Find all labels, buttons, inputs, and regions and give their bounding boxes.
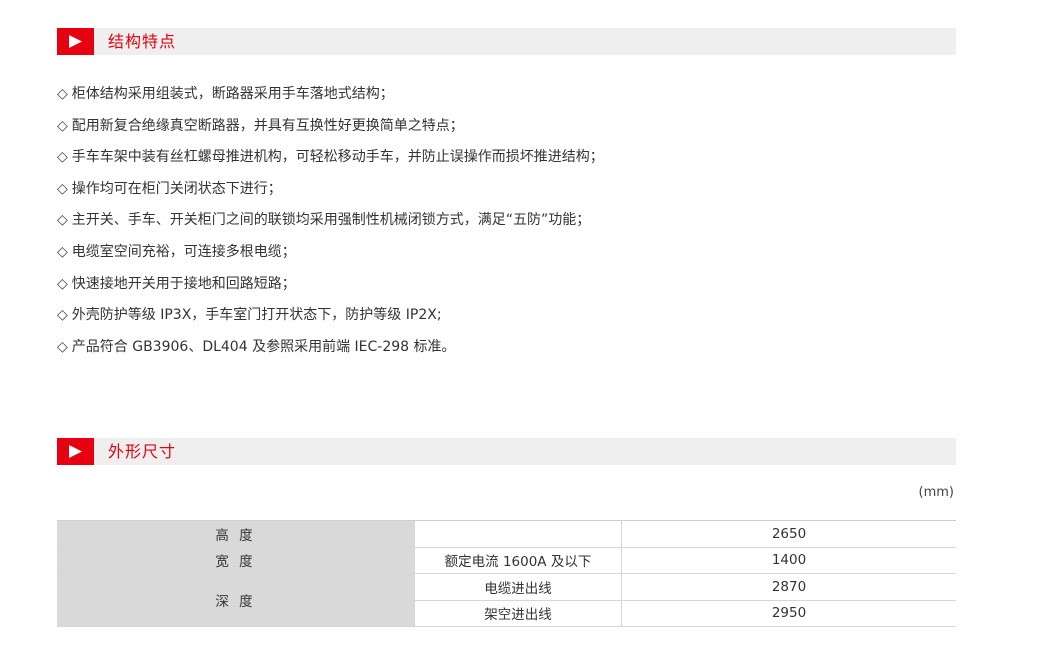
row-condition: 电缆进出线 — [414, 573, 622, 601]
diamond-marker-icon: ◇ — [57, 149, 68, 166]
row-condition: 架空进出线 — [414, 600, 622, 627]
list-item: ◇ 手车车架中装有丝杠螺母推进机构，可轻松移动手车，并防止误操作而损坏推进结构； — [57, 145, 604, 177]
diamond-marker-icon: ◇ — [57, 212, 68, 229]
table-row: 深 度 电缆进出线 2870 — [57, 573, 956, 627]
diamond-marker-icon: ◇ — [57, 117, 68, 134]
diamond-marker-icon: ◇ — [57, 86, 68, 102]
features-list: ◇ 柜体结构采用组装式，断路器采用手车落地式结构； ◇ 配用新复合绝缘真空断路器，并… — [57, 82, 604, 366]
diamond-marker-icon: ◇ — [57, 275, 68, 292]
table-row: 高 度 2650 — [57, 520, 956, 548]
diamond-marker-icon: ◇ — [57, 338, 68, 355]
feature-text: 配用新复合绝缘真空断路器，并具有互换性好更换简单之特点； — [71, 117, 464, 134]
list-item: ◇ 外壳防护等级 IP3X，手车室门打开状态下，防护等级 IP2X; — [57, 303, 604, 335]
feature-text: 主开关、手车、开关柜门之间的联锁均采用强制性机械闭锁方式，满足“五防”功能； — [71, 212, 591, 229]
row-label: 宽 度 — [57, 547, 415, 574]
list-item: ◇ 快速接地开关用于接地和回路短路； — [57, 272, 604, 304]
feature-text: 快速接地开关用于接地和回路短路； — [71, 275, 296, 292]
diamond-marker-icon: ◇ — [57, 243, 68, 260]
features-section-header: 结构特点 — [57, 28, 956, 55]
feature-text: 操作均可在柜门关闭状态下进行； — [71, 180, 282, 197]
row-value: 2650 — [621, 520, 956, 548]
list-item: ◇ 主开关、手车、开关柜门之间的联锁均采用强制性机械闭锁方式，满足“五防”功能； — [57, 208, 604, 240]
list-item: ◇ 操作均可在柜门关闭状态下进行； — [57, 177, 604, 209]
row-condition: 额定电流 1600A 及以下 — [414, 547, 622, 574]
unit-label: (mm) — [918, 485, 954, 500]
play-arrow-icon — [69, 445, 82, 458]
row-label: 高 度 — [57, 520, 415, 548]
dimensions-section-header: 外形尺寸 — [57, 438, 956, 465]
diamond-marker-icon: ◇ — [57, 180, 68, 197]
row-condition — [414, 520, 622, 548]
feature-text: 电缆室空间充裕，可连接多根电缆； — [71, 243, 296, 260]
feature-text: 柜体结构采用组装式，断路器采用手车落地式结构； — [71, 86, 394, 102]
list-item: ◇ 柜体结构采用组装式，断路器采用手车落地式结构； — [57, 82, 604, 114]
dimensions-title: 外形尺寸 — [108, 442, 177, 461]
row-value: 1400 — [621, 547, 956, 574]
section-marker — [57, 438, 94, 465]
play-arrow-icon — [69, 35, 82, 48]
dimensions-table: 高 度 2650 宽 度 额定电流 1600A 及以下 1400 深 度 电缆进… — [57, 520, 956, 627]
features-title: 结构特点 — [108, 32, 177, 51]
row-value: 2870 — [621, 573, 956, 601]
feature-text: 外壳防护等级 IP3X，手车室门打开状态下，防护等级 IP2X; — [71, 307, 442, 324]
list-item: ◇ 配用新复合绝缘真空断路器，并具有互换性好更换简单之特点； — [57, 114, 604, 146]
feature-text: 手车车架中装有丝杠螺母推进机构，可轻松移动手车，并防止误操作而损坏推进结构； — [71, 149, 604, 166]
list-item: ◇ 产品符合 GB3906、DL404 及参照采用前端 IEC-298 标准。 — [57, 335, 604, 367]
section-marker — [57, 28, 94, 55]
row-label: 深 度 — [57, 573, 415, 627]
row-value: 2950 — [621, 600, 956, 627]
feature-text: 产品符合 GB3906、DL404 及参照采用前端 IEC-298 标准。 — [71, 338, 456, 355]
diamond-marker-icon: ◇ — [57, 307, 68, 324]
table-row: 宽 度 额定电流 1600A 及以下 1400 — [57, 547, 956, 574]
list-item: ◇ 电缆室空间充裕，可连接多根电缆； — [57, 240, 604, 272]
